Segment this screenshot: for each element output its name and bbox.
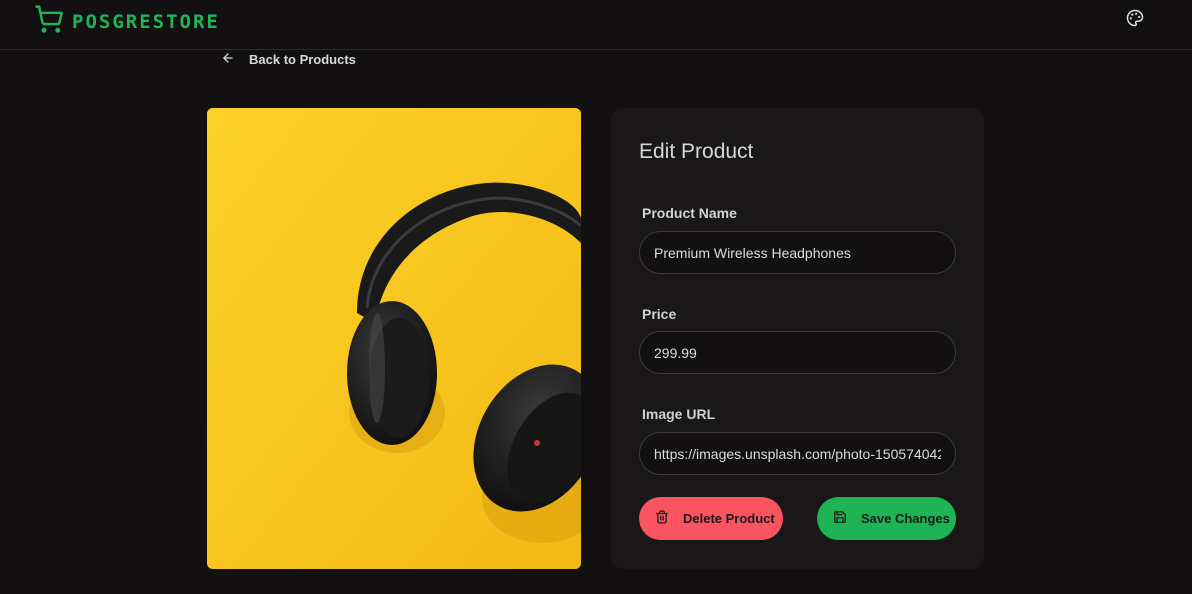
theme-toggle-button[interactable] [1124, 9, 1146, 31]
arrow-left-icon [221, 51, 235, 68]
save-button-label: Save Changes [861, 511, 950, 526]
product-name-input[interactable] [639, 231, 956, 274]
image-url-label: Image URL [642, 406, 716, 422]
back-to-products-link[interactable]: Back to Products [221, 49, 356, 69]
image-url-input[interactable] [639, 432, 956, 475]
brand-logo[interactable]: POSGRESTORE [34, 4, 220, 39]
save-icon [833, 510, 847, 527]
price-label: Price [642, 306, 677, 322]
card-title: Edit Product [639, 140, 754, 163]
brand-name: POSGRESTORE [72, 10, 220, 33]
delete-button-label: Delete Product [683, 511, 775, 526]
palette-icon [1126, 9, 1144, 32]
price-input[interactable] [639, 331, 956, 374]
product-name-label: Product Name [642, 205, 737, 221]
delete-product-button[interactable]: Delete Product [639, 497, 783, 540]
save-changes-button[interactable]: Save Changes [817, 497, 956, 540]
navbar: POSGRESTORE [0, 0, 1192, 50]
trash-icon [655, 510, 669, 527]
product-image [207, 108, 581, 569]
edit-product-card: Edit Product Product Name Price Image UR… [611, 108, 984, 569]
shopping-cart-icon [34, 4, 64, 39]
back-link-label: Back to Products [249, 51, 356, 67]
